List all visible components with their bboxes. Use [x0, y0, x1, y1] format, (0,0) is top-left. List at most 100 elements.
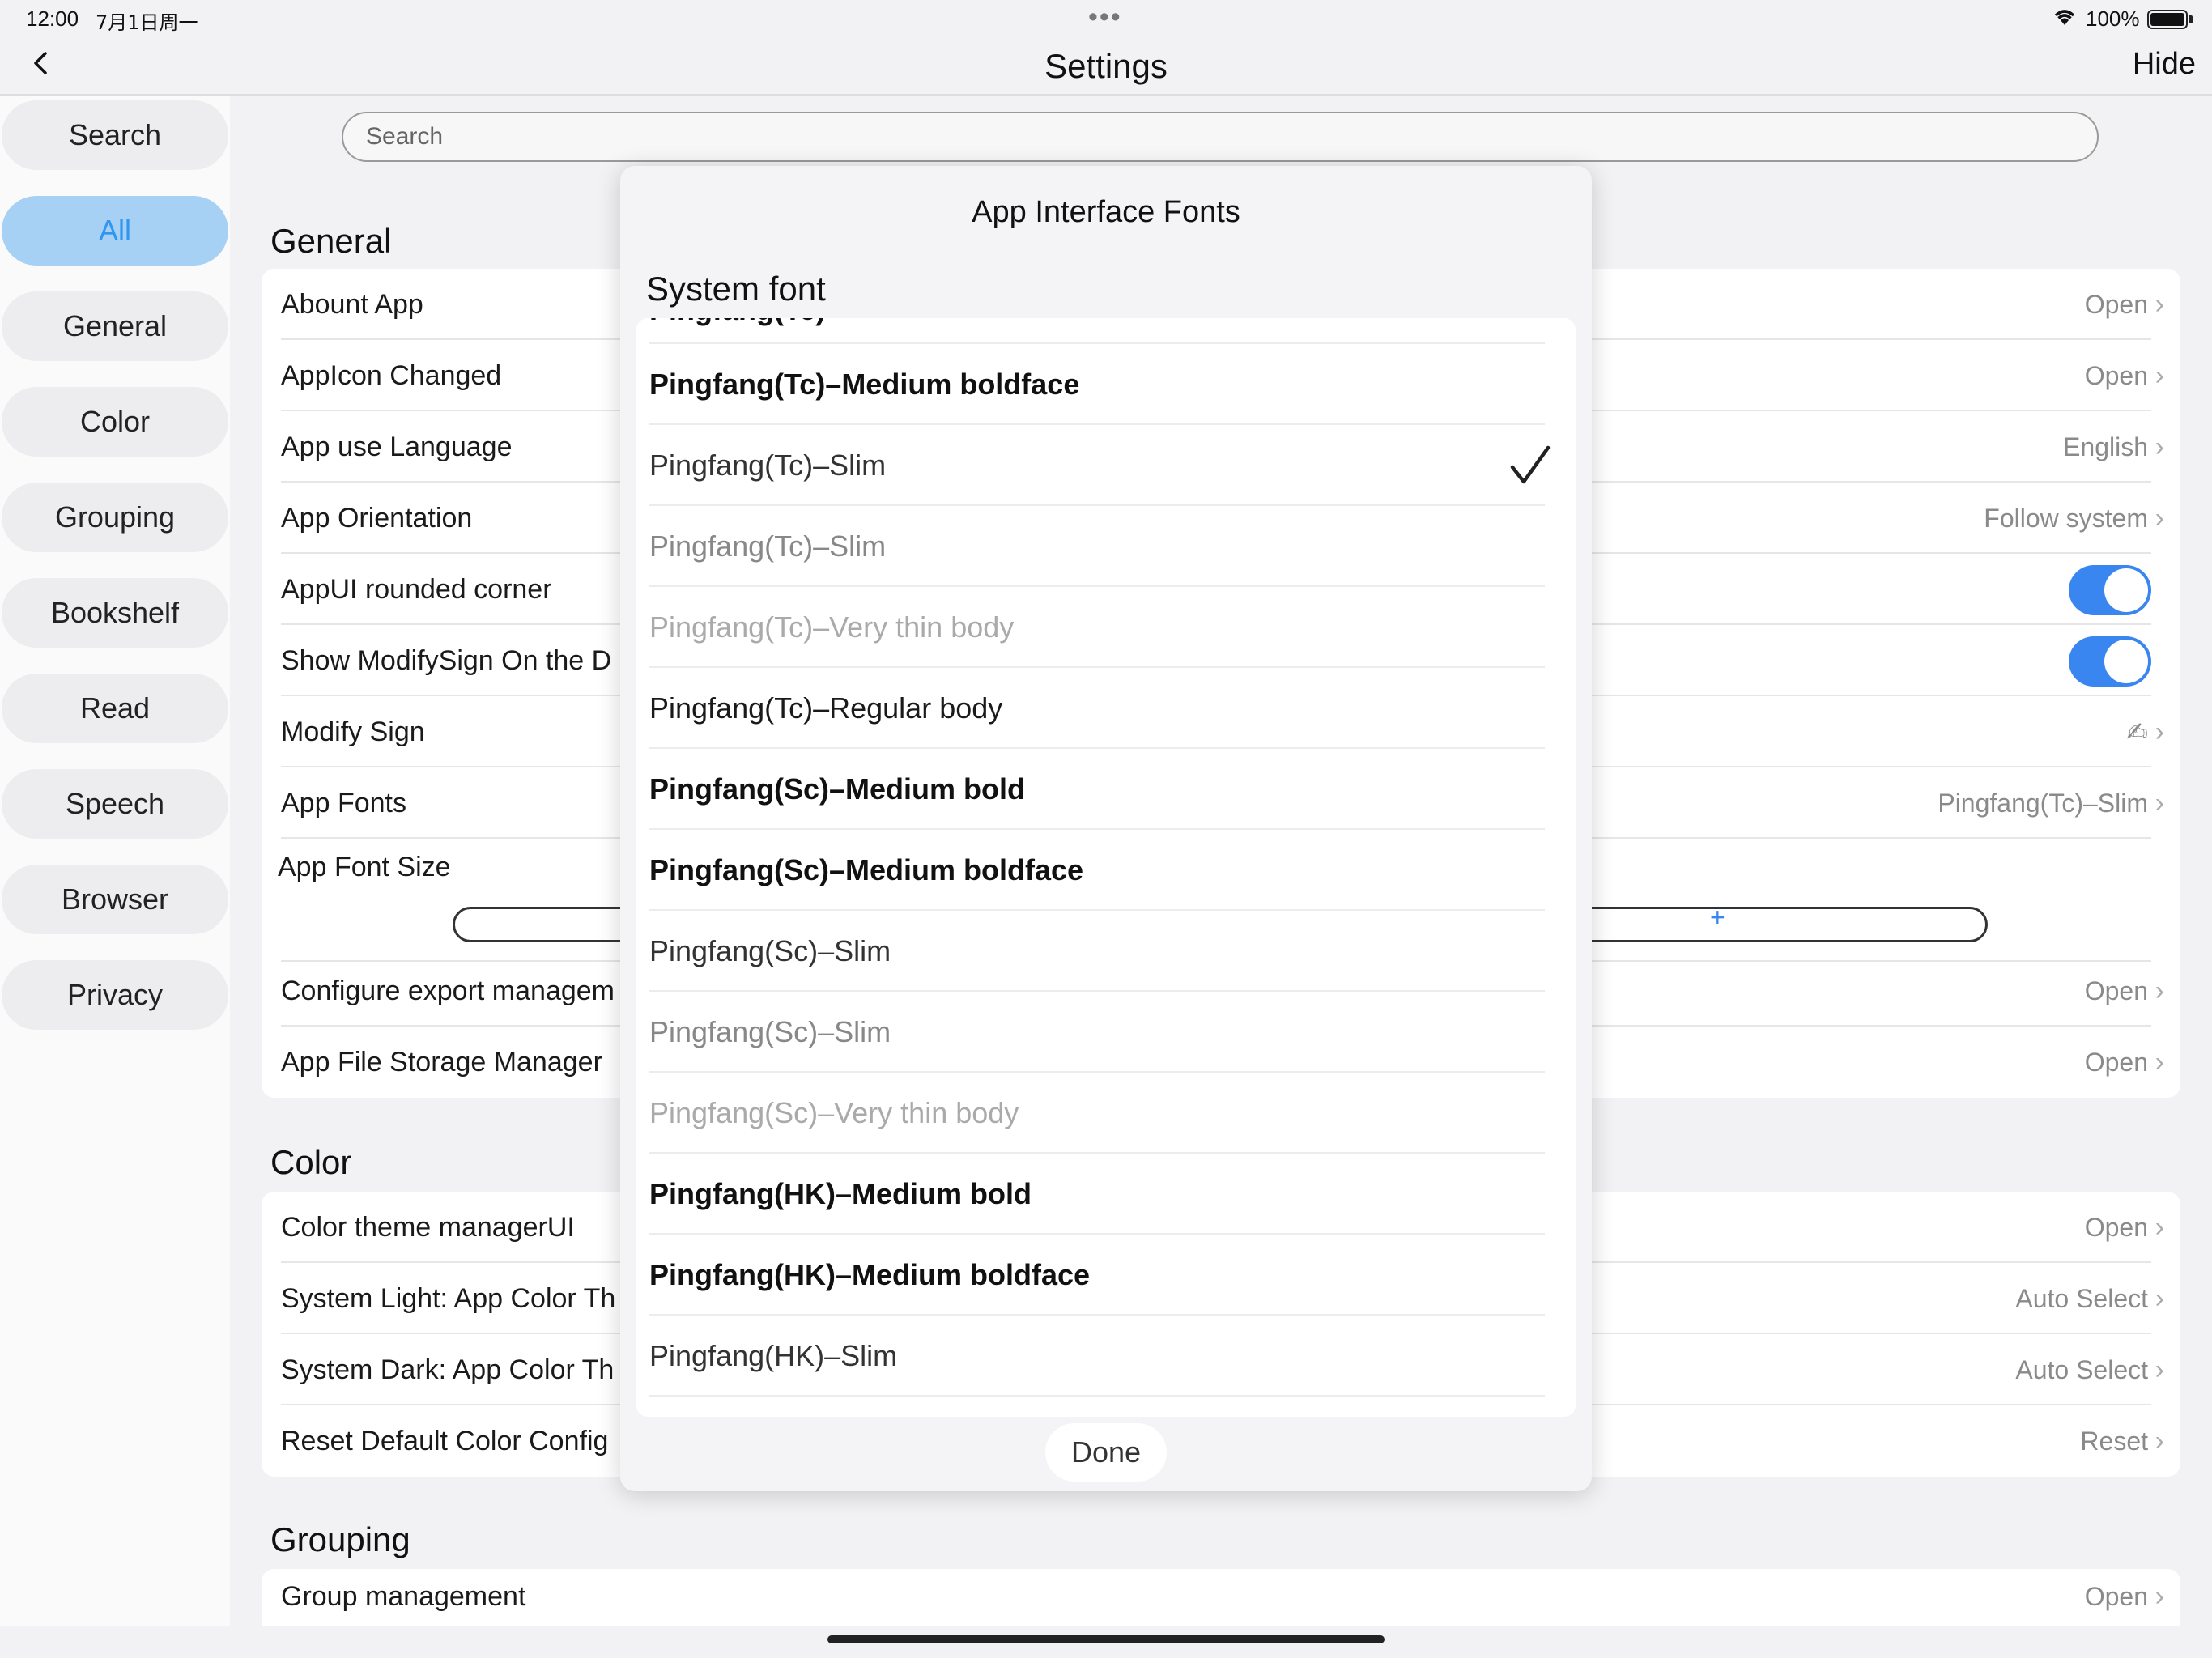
grouping-card: Group management Open ›: [262, 1569, 2180, 1626]
row-value: Auto Select: [2015, 1355, 2148, 1384]
font-option-label: Pingfang(Tc)–Slim: [649, 449, 887, 482]
font-option[interactable]: Pingfang(Sc)–Slim: [636, 992, 1576, 1073]
chevron-right-icon: ›: [2155, 503, 2164, 534]
row-value: Open: [2084, 1213, 2148, 1242]
row-value: Open: [2084, 976, 2148, 1005]
sidebar-item-browser[interactable]: Browser: [2, 865, 228, 934]
section-title-general: General: [270, 222, 392, 260]
font-option[interactable]: Pingfang(Sc)–Medium bold: [636, 749, 1576, 830]
font-option-label: Pingfang(Sc)–Medium bold: [649, 772, 1025, 806]
chevron-right-icon: ›: [2155, 432, 2164, 462]
rounded-corner-toggle[interactable]: [2069, 565, 2151, 615]
signature-icon: ✍: [2126, 716, 2148, 747]
row-label: Modify Sign: [281, 716, 425, 747]
search-input[interactable]: Search: [342, 112, 2099, 162]
font-option-label: Pingfang(Tc)–Very thin body: [649, 610, 1015, 644]
modal-subtitle: System font: [646, 270, 826, 308]
font-option-clipped[interactable]: Pingfang(Tc): [636, 318, 1576, 344]
sidebar-item-read[interactable]: Read: [2, 674, 228, 743]
font-option-label: Pingfang(Tc)–Regular body: [649, 691, 1003, 725]
row-label: App File Storage Manager: [281, 1047, 602, 1078]
font-option[interactable]: Pingfang(HK)–Slim: [636, 1316, 1576, 1397]
font-option-selected[interactable]: Pingfang(Tc)–Slim: [636, 425, 1576, 506]
row-label: Group management: [281, 1581, 526, 1612]
chevron-right-icon: ›: [2155, 1212, 2164, 1243]
row-label: App use Language: [281, 432, 513, 462]
row-value: Follow system: [1984, 504, 2148, 533]
sidebar-item-privacy[interactable]: Privacy: [2, 960, 228, 1030]
chevron-right-icon: ›: [2155, 788, 2164, 818]
row-label: Show ModifySign On the D: [281, 645, 612, 676]
home-indicator[interactable]: [827, 1635, 1385, 1643]
font-option-label: Pingfang(HK)–Slim: [649, 1339, 898, 1372]
hide-button[interactable]: Hide: [2133, 47, 2196, 82]
sidebar-item-color[interactable]: Color: [2, 387, 228, 457]
row-label: AppIcon Changed: [281, 360, 502, 391]
row-value: Open: [2084, 1048, 2148, 1077]
row-label: Reset Default Color Config: [281, 1426, 609, 1456]
font-option-label: Pingfang(Sc)–Slim: [649, 934, 891, 967]
row-label: App Orientation: [281, 503, 473, 534]
sidebar-item-search[interactable]: Search: [2, 100, 228, 170]
row-label: System Dark: App Color Th: [281, 1354, 615, 1385]
row-value: Auto Select: [2015, 1284, 2148, 1313]
status-bar: 12:00 7月1日周一 ••• 100%: [0, 0, 2212, 40]
row-value: Open: [2084, 290, 2148, 319]
sidebar-item-bookshelf[interactable]: Bookshelf: [2, 578, 228, 648]
row-value: Open: [2084, 1582, 2148, 1611]
show-modifysign-toggle[interactable]: [2069, 636, 2151, 687]
font-option-label: Pingfang(HK)–Medium boldface: [649, 1258, 1091, 1291]
settings-row-group-management[interactable]: Group management Open ›: [262, 1561, 2180, 1632]
font-list[interactable]: Pingfang(Tc) Pingfang(Tc)–Medium boldfac…: [636, 318, 1576, 1417]
chevron-right-icon: ›: [2155, 1426, 2164, 1456]
modal-title: App Interface Fonts: [972, 195, 1240, 229]
font-option-label: Pingfang(Tc)–Medium boldface: [649, 368, 1080, 401]
battery-tip: [2189, 15, 2193, 23]
multitasking-dots-icon[interactable]: •••: [1088, 2, 1122, 33]
font-option-label: Pingfang(Tc)–Slim: [649, 529, 887, 563]
page-title: Settings: [1044, 47, 1168, 85]
chevron-right-icon: ›: [2155, 1047, 2164, 1078]
font-option-label: Pingfang(HK)–Medium bold: [649, 1177, 1032, 1210]
chevron-right-icon: ›: [2155, 976, 2164, 1006]
chevron-right-icon: ›: [2155, 289, 2164, 320]
font-option-label: Pingfang(Sc)–Medium boldface: [649, 853, 1084, 886]
row-label: AppUI rounded corner: [281, 574, 552, 605]
font-option[interactable]: Pingfang(Sc)–Medium boldface: [636, 830, 1576, 911]
row-value: Pingfang(Tc)–Slim: [1938, 789, 2148, 818]
sidebar-item-speech[interactable]: Speech: [2, 769, 228, 839]
chevron-right-icon: ›: [2155, 716, 2164, 747]
done-button[interactable]: Done: [1045, 1423, 1167, 1482]
chevron-right-icon: ›: [2155, 360, 2164, 391]
font-option[interactable]: Pingfang(Sc)–Very thin body: [636, 1073, 1576, 1154]
font-option[interactable]: Pingfang(HK)–Medium bold: [636, 1154, 1576, 1235]
font-option[interactable]: Pingfang(Tc)–Regular body: [636, 668, 1576, 749]
nav-bar: Settings Hide: [0, 40, 2212, 96]
wifi-icon: [2052, 6, 2078, 32]
section-title-color: Color: [270, 1143, 352, 1181]
row-label: App Fonts: [281, 788, 406, 818]
font-option-label: Pingfang(Sc)–Slim: [649, 1015, 891, 1048]
sidebar-item-grouping[interactable]: Grouping: [2, 483, 228, 552]
sidebar-item-all[interactable]: All: [2, 196, 228, 266]
chevron-right-icon: ›: [2155, 1581, 2164, 1612]
sidebar: Search All General Color Grouping Booksh…: [0, 96, 230, 1626]
row-label: Abount App: [281, 289, 423, 320]
font-option[interactable]: Pingfang(Sc)–Slim: [636, 911, 1576, 992]
font-option[interactable]: Pingfang(Tc)–Medium boldface: [636, 344, 1576, 425]
chevron-right-icon: ›: [2155, 1283, 2164, 1314]
row-label: App Font Size: [278, 852, 451, 882]
section-title-grouping: Grouping: [270, 1520, 410, 1558]
checkmark-icon: [1508, 443, 1553, 488]
plus-icon[interactable]: +: [1710, 903, 1725, 933]
font-option[interactable]: Pingfang(Tc)–Slim: [636, 506, 1576, 587]
battery-percent: 100%: [2086, 6, 2140, 31]
font-option[interactable]: Pingfang(HK)–Medium boldface: [636, 1235, 1576, 1316]
font-picker-modal: App Interface Fonts System font Pingfang…: [620, 166, 1592, 1491]
font-option-label: Pingfang(Sc)–Very thin body: [649, 1096, 1019, 1129]
sidebar-item-general[interactable]: General: [2, 291, 228, 361]
row-value: Reset: [2080, 1426, 2148, 1456]
font-option[interactable]: Pingfang(Tc)–Very thin body: [636, 587, 1576, 668]
row-label: Color theme managerUI: [281, 1212, 575, 1243]
row-label: Configure export managem: [281, 976, 615, 1006]
